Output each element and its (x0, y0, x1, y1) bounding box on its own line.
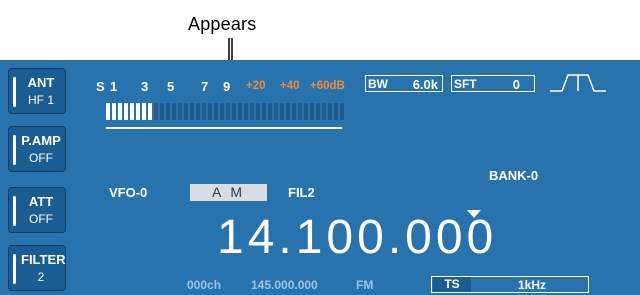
s-meter-segment (334, 103, 338, 120)
sft-display[interactable]: SFT 0 (451, 75, 535, 92)
s-meter-scale-1: 1 (110, 79, 118, 94)
s-meter-segment (268, 103, 272, 120)
key-indicator (13, 77, 16, 107)
s-meter-segment (238, 103, 242, 120)
tuning-step-marker (467, 210, 481, 218)
ts-value: 1kHz (517, 278, 546, 292)
frequency-display: 14.100.000 (217, 211, 498, 264)
filter-indicator: FIL2 (288, 185, 315, 200)
memory-mode: FM (356, 278, 374, 292)
s-meter-segment (172, 103, 176, 120)
att-key-title: ATT (28, 194, 54, 209)
s-meter-scale-5: 5 (167, 79, 175, 94)
s-meter-segment (112, 103, 116, 120)
s-meter-segment (226, 103, 230, 120)
s-meter-segment (232, 103, 236, 120)
s-meter-segment (322, 103, 326, 120)
s-meter-segment (118, 103, 122, 120)
memory-frequency: 145.000.000 (251, 278, 318, 292)
s-meter-segment (298, 103, 302, 120)
s-meter-segment (202, 103, 206, 120)
filter-key[interactable]: FILTER 2 (8, 245, 66, 291)
filter-key-title: FILTER (21, 252, 66, 267)
mode-indicator: A M (190, 184, 267, 201)
s-meter-segment (256, 103, 260, 120)
s-meter-segment (310, 103, 314, 120)
s-meter-segment (340, 103, 344, 120)
s-meter-segment (286, 103, 290, 120)
s-meter-baseline (106, 127, 342, 129)
s-meter-segment (214, 103, 218, 120)
s-meter-scale-3: 3 (141, 79, 149, 94)
s-meter-segment (250, 103, 254, 120)
memory-channel: 000ch (187, 278, 222, 292)
s-meter-segment (304, 103, 308, 120)
s-meter-scale-7: 7 (201, 79, 209, 94)
sft-value: 0 (512, 77, 520, 92)
s-meter-segment (328, 103, 332, 120)
s-meter-segment (106, 103, 110, 120)
filter-key-value: 2 (37, 270, 45, 284)
s-meter-segment (196, 103, 200, 120)
s-meter-segment (160, 103, 164, 120)
s-meter-segment (130, 103, 134, 120)
vfo-indicator: VFO-0 (109, 185, 148, 200)
s-meter-over-20: +20 (246, 80, 266, 92)
s-meter-segment (190, 103, 194, 120)
att-key-value: OFF (29, 212, 53, 226)
ts-display[interactable]: TS 1kHz (431, 276, 589, 293)
key-indicator (13, 135, 16, 165)
pamp-key-title: P.AMP (21, 133, 61, 148)
s-meter-s-label: S (96, 79, 105, 94)
s-meter-segment (316, 103, 320, 120)
s-meter-segment (274, 103, 278, 120)
s-meter-segment (262, 103, 266, 120)
s-meter-segment (142, 103, 146, 120)
s-meter-segment (244, 103, 248, 120)
s-meter-segment (124, 103, 128, 120)
pamp-key-value: OFF (29, 151, 53, 165)
s-meter-over-40: +40 (280, 80, 300, 92)
s-meter-segment (148, 103, 152, 120)
sft-label: SFT (454, 77, 477, 91)
key-indicator (13, 196, 16, 226)
s-meter-segment (154, 103, 158, 120)
s-meter-segment (178, 103, 182, 120)
s-meter-over-60: +60dB (310, 80, 345, 92)
bw-display[interactable]: BW 6.0k (365, 75, 443, 92)
s-meter-segment (220, 103, 224, 120)
ts-label: TS (433, 277, 471, 292)
s-meter-scale-9: 9 (223, 79, 231, 94)
ant-key-title: ANT (27, 75, 55, 90)
pamp-key[interactable]: P.AMP OFF (8, 126, 66, 172)
bank-indicator: BANK-0 (489, 168, 539, 183)
key-indicator (13, 254, 16, 284)
s-meter-segment (208, 103, 212, 120)
bw-label: BW (368, 77, 388, 91)
s-meter-segment (184, 103, 188, 120)
bw-value: 6.0k (412, 77, 438, 92)
ant-key-value: HF 1 (27, 93, 54, 107)
ant-key[interactable]: ANT HF 1 (8, 68, 66, 114)
s-meter-segment (292, 103, 296, 120)
s-meter-segment (166, 103, 170, 120)
s-meter-segment (280, 103, 284, 120)
att-key[interactable]: ATT OFF (8, 187, 66, 233)
s-meter-segment (136, 103, 140, 120)
passband-icon (550, 74, 606, 92)
